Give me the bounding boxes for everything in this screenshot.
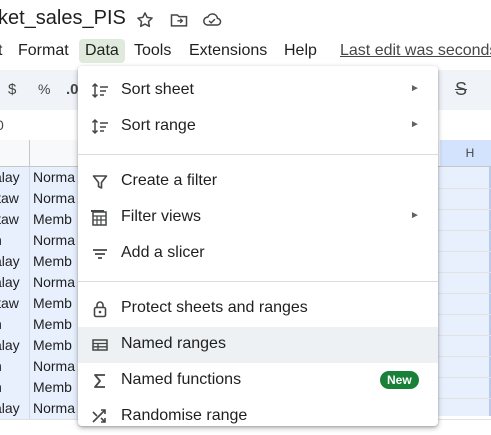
cell[interactable]: alay: [0, 251, 30, 272]
cell[interactable]: Memb: [30, 251, 81, 272]
cell[interactable]: Norma: [30, 230, 81, 251]
strikethrough-button[interactable]: S: [455, 79, 467, 100]
cell[interactable]: alay: [0, 167, 30, 188]
table-icon: [90, 335, 110, 355]
menu-extensions[interactable]: Extensions: [189, 39, 267, 63]
document-title[interactable]: ket_sales_PIS: [0, 7, 126, 30]
menu-item-label: Protect sheets and ranges: [121, 299, 308, 316]
menu-bar: t Format Data Tools Extensions Help Last…: [0, 38, 491, 64]
slicer-icon: [90, 244, 110, 264]
last-edit-link[interactable]: Last edit was seconds: [340, 39, 491, 63]
column-separator: [29, 140, 30, 166]
cloud-saved-icon[interactable]: [201, 9, 223, 31]
cell[interactable]: Memb: [30, 377, 81, 398]
shuffle-icon: [90, 407, 110, 427]
menu-item-named-functions[interactable]: Named functions New: [78, 363, 438, 399]
filter-views-icon: [90, 208, 110, 228]
menu-help[interactable]: Help: [284, 39, 317, 63]
decrease-decimal-button[interactable]: .0: [66, 81, 79, 98]
submenu-arrow-icon: ►: [410, 210, 420, 221]
cell[interactable]: Norma: [30, 167, 81, 188]
cell[interactable]: n: [0, 314, 30, 335]
menu-insert[interactable]: t: [0, 39, 2, 63]
filter-icon: [90, 172, 110, 192]
star-icon[interactable]: [134, 9, 156, 31]
lock-icon: [90, 299, 110, 319]
menu-item-label: Randomise range: [121, 407, 248, 424]
cell[interactable]: Norma: [30, 272, 81, 293]
title-bar: ket_sales_PIS: [0, 0, 491, 38]
cell[interactable]: itaw: [0, 209, 30, 230]
menu-item-filter-views[interactable]: Filter views ►: [78, 200, 438, 236]
cell[interactable]: Norma: [30, 356, 81, 377]
cell[interactable]: n: [0, 230, 30, 251]
move-to-folder-icon[interactable]: [168, 9, 190, 31]
format-currency-button[interactable]: $: [8, 81, 16, 98]
cell[interactable]: itaw: [0, 293, 30, 314]
cell-reference[interactable]: 0: [0, 117, 4, 133]
menu-tools[interactable]: Tools: [134, 39, 171, 63]
menu-item-label: Add a slicer: [121, 244, 205, 261]
menu-item-label: Sort range: [121, 117, 196, 134]
menu-divider: [78, 154, 438, 155]
cell[interactable]: n: [0, 356, 30, 377]
format-percent-button[interactable]: %: [38, 81, 50, 97]
column-header-h[interactable]: H: [440, 140, 491, 166]
menu-item-add-slicer[interactable]: Add a slicer: [78, 236, 438, 272]
submenu-arrow-icon: ►: [410, 119, 420, 130]
menu-item-protect-sheets[interactable]: Protect sheets and ranges: [78, 291, 438, 327]
menu-data[interactable]: Data: [79, 39, 125, 63]
cell[interactable]: Memb: [30, 314, 81, 335]
cell[interactable]: Norma: [30, 188, 81, 209]
cell[interactable]: n: [0, 377, 30, 398]
menu-item-named-ranges[interactable]: Named ranges: [78, 327, 438, 363]
data-menu-dropdown: Sort sheet ► Sort range ► Create a filte…: [78, 66, 438, 426]
menu-format[interactable]: Format: [18, 39, 69, 63]
menu-item-label: Named functions: [121, 371, 242, 388]
menu-item-sort-range[interactable]: Sort range ►: [78, 109, 438, 145]
cell[interactable]: itaw: [0, 188, 30, 209]
menu-divider: [78, 281, 438, 282]
new-badge: New: [380, 371, 419, 389]
cell[interactable]: alay: [0, 335, 30, 356]
menu-item-sort-sheet[interactable]: Sort sheet ►: [78, 73, 438, 109]
menu-item-label: Create a filter: [121, 172, 218, 189]
sort-icon: [90, 81, 110, 101]
cell[interactable]: alay: [0, 272, 30, 293]
menu-item-create-filter[interactable]: Create a filter: [78, 164, 438, 200]
menu-item-label: Sort sheet: [121, 81, 194, 98]
menu-item-label: Filter views: [121, 208, 202, 225]
menu-item-randomise-range[interactable]: Randomise range: [78, 399, 438, 435]
submenu-arrow-icon: ►: [410, 83, 420, 94]
sigma-icon: [90, 371, 110, 391]
cell[interactable]: Memb: [30, 335, 81, 356]
cell[interactable]: Memb: [30, 209, 81, 230]
cell[interactable]: Memb: [30, 293, 81, 314]
menu-item-label: Named ranges: [121, 335, 226, 352]
sort-icon: [90, 117, 110, 137]
